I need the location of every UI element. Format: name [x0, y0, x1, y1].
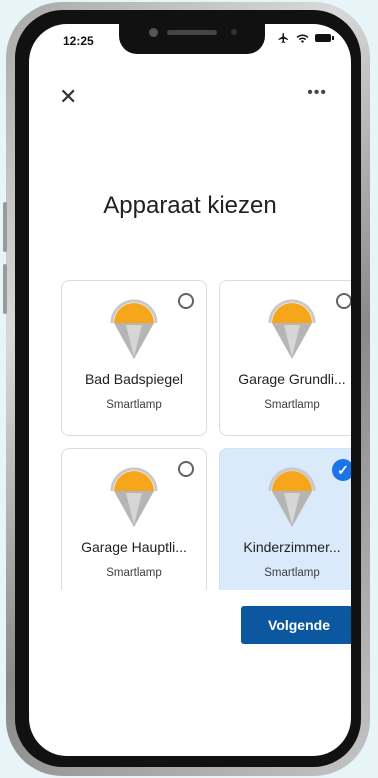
radio-button-icon[interactable]: [178, 461, 194, 477]
phone-bezel: 12:25 ✕ ••• Apparaat kiezen Bad Badspieg…: [15, 10, 361, 767]
device-card[interactable]: Garage Hauptli... Smartlamp: [61, 448, 207, 590]
phone-frame: 12:25 ✕ ••• Apparaat kiezen Bad Badspieg…: [3, 2, 370, 776]
device-card[interactable]: Garage Grundli... Smartlamp: [219, 280, 351, 436]
device-type: Smartlamp: [106, 399, 162, 411]
airplane-icon: [278, 33, 288, 43]
sensor-icon: [231, 29, 237, 35]
device-type: Smartlamp: [264, 399, 320, 411]
more-options-icon[interactable]: •••: [307, 84, 327, 102]
device-type: Smartlamp: [106, 567, 162, 579]
volume-down-button: [3, 264, 7, 314]
lightbulb-icon: [110, 467, 158, 527]
close-icon[interactable]: ✕: [59, 86, 77, 108]
device-name: Garage Grundli...: [238, 371, 346, 387]
volume-up-button: [3, 202, 7, 252]
wifi-icon: [296, 34, 309, 43]
radio-button-icon[interactable]: [178, 293, 194, 309]
lightbulb-icon: [268, 299, 316, 359]
device-card[interactable]: Bad Badspiegel Smartlamp: [61, 280, 207, 436]
page-title: Apparaat kiezen: [103, 192, 277, 219]
device-name: Kinderzimmer...: [243, 539, 341, 555]
device-type: Smartlamp: [264, 567, 320, 579]
radio-button-icon[interactable]: [336, 293, 351, 309]
camera-icon: [149, 28, 158, 37]
lightbulb-icon: [268, 467, 316, 527]
status-time: 12:25: [63, 34, 94, 48]
next-button[interactable]: Volgende: [241, 606, 351, 644]
notch: [119, 24, 265, 54]
speaker-grille: [167, 30, 217, 35]
battery-icon: [315, 34, 334, 42]
screen: 12:25 ✕ ••• Apparaat kiezen Bad Badspieg…: [29, 24, 351, 756]
lightbulb-icon: [110, 299, 158, 359]
device-card-selected[interactable]: ✓ Kinderzimmer... Smartlamp: [219, 448, 351, 590]
status-icons: [277, 32, 334, 44]
device-name: Garage Hauptli...: [81, 539, 187, 555]
checkmark-icon[interactable]: ✓: [332, 459, 351, 481]
device-name: Bad Badspiegel: [84, 371, 184, 387]
device-grid: Bad Badspiegel Smartlamp Garage Grundli.…: [61, 280, 351, 590]
